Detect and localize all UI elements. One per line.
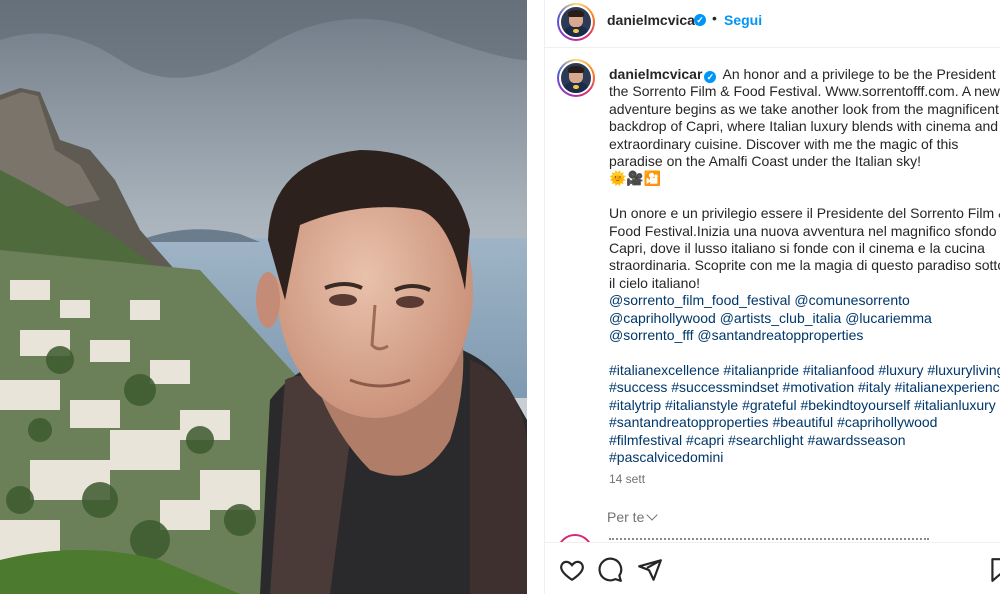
hashtag-link[interactable]: #awardsseason xyxy=(807,432,905,448)
hashtag-link[interactable]: #pascalvicedomini xyxy=(609,449,723,465)
post-date[interactable]: 14 sett xyxy=(609,472,645,486)
hashtag-link[interactable]: #bekindtoyourself xyxy=(800,397,910,413)
hashtag-link[interactable]: #italianstyle xyxy=(665,397,738,413)
mention-link[interactable]: @sorrento_film_food_festival xyxy=(609,292,791,308)
mention-link[interactable]: @artists_club_italia xyxy=(720,310,842,326)
post-header: danielmcvicar ✓ • Segui xyxy=(545,0,1000,48)
caption-it-line: straordinaria. Scoprite con me la magia … xyxy=(609,257,1000,274)
hashtag-link[interactable]: #italianpride xyxy=(723,362,799,378)
hashtag-link[interactable]: #filmfestival xyxy=(609,432,682,448)
hashtag-link[interactable]: #santandreatopproperties xyxy=(609,414,769,430)
caption-emoji: 🌞🎥🎦 xyxy=(609,170,662,187)
caption-first-line: danielmcvicar ✓ An honor and a privilege … xyxy=(609,66,1000,83)
hashtag-link[interactable]: #luxuryliving xyxy=(927,362,1000,378)
author-username[interactable]: danielmcvicar xyxy=(607,12,700,28)
follow-button[interactable]: Segui xyxy=(724,12,762,28)
caption-it-line: Capri, dove il lusso italiano si fonde c… xyxy=(609,240,985,257)
for-you-label: Per te xyxy=(607,509,645,525)
caption-en-line: adventure begins as we take another look… xyxy=(609,100,999,117)
hashtags-line: #italianexcellence #italianpride #italia… xyxy=(609,362,1000,379)
hashtag-link[interactable]: #capri xyxy=(686,432,724,448)
caption-en-line: the Sorrento Film & Food Festival. Www.s… xyxy=(609,83,1000,100)
hashtag-link[interactable]: #luxury xyxy=(878,362,923,378)
caption-en-line: paradise on the Amalfi Coast under the I… xyxy=(609,153,922,170)
mention-link[interactable]: @comunesorrento xyxy=(794,292,909,308)
hashtag-link[interactable]: #italianexcellence xyxy=(609,362,720,378)
chevron-down-icon xyxy=(646,509,659,521)
hashtag-link[interactable]: #italy xyxy=(858,379,891,395)
comment-icon[interactable] xyxy=(597,557,623,583)
hashtags-line: #success #successmindset #motivation #it… xyxy=(609,379,1000,396)
hashtag-link[interactable]: #italianexperience xyxy=(895,379,1000,395)
hashtag-link[interactable]: #searchlight xyxy=(728,432,804,448)
post-photo[interactable] xyxy=(0,0,527,594)
mentions-line: @caprihollywood @artists_club_italia @lu… xyxy=(609,310,997,327)
hashtag-link[interactable]: #italianluxury xyxy=(914,397,996,413)
author-avatar[interactable] xyxy=(557,3,595,41)
mention-link[interactable]: @lucariemma xyxy=(845,310,932,326)
hashtag-link[interactable]: #success xyxy=(609,379,667,395)
hashtag-link[interactable]: #caprihollywood xyxy=(837,414,937,430)
comment-preview-partial xyxy=(545,530,1000,542)
hashtag-link[interactable]: #grateful xyxy=(742,397,796,413)
hashtags-line: #italytrip #italianstyle #grateful #beki… xyxy=(609,397,997,414)
mention-link[interactable]: @caprihollywood xyxy=(609,310,716,326)
separator-dot: • xyxy=(712,10,717,26)
verified-badge-icon: ✓ xyxy=(694,14,706,26)
mentions-line: @sorrento_fff @santandreatopproperties xyxy=(609,327,997,344)
caption-it-line: Food Festival.Inizia una nuova avventura… xyxy=(609,222,1000,239)
caption-en-line: An honor and a privilege to be the Presi… xyxy=(719,66,1000,82)
caption-en-line: extraordinary cuisine. Discover with me … xyxy=(609,135,959,152)
post-caption: danielmcvicar ✓ An honor and a privilege … xyxy=(545,50,1000,524)
caption-it-line: il cielo italiano! xyxy=(609,274,701,291)
mention-link[interactable]: @santandreatopproperties xyxy=(697,327,863,343)
hashtags-line: #filmfestival #capri #searchlight #award… xyxy=(609,432,997,449)
mentions-line: @sorrento_film_food_festival @comunesorr… xyxy=(609,292,997,309)
action-bar xyxy=(545,542,1000,594)
hashtags-line: #pascalvicedomini xyxy=(609,449,997,466)
bookmark-icon[interactable] xyxy=(987,557,1000,583)
hashtag-link[interactable]: #successmindset xyxy=(671,379,778,395)
hashtag-link[interactable]: #motivation xyxy=(783,379,855,395)
caption-verified-icon: ✓ xyxy=(704,71,717,83)
caption-author-avatar[interactable] xyxy=(557,59,595,97)
caption-en-line: backdrop of Capri, where Italian luxury … xyxy=(609,118,999,135)
hashtag-link[interactable]: #italytrip xyxy=(609,397,661,413)
caption-it-line: Un onore e un privilegio essere il Presi… xyxy=(609,205,1000,222)
caption-text: danielmcvicar ✓ An honor and a privilege … xyxy=(609,66,1000,466)
caption-username[interactable]: danielmcvicar xyxy=(609,66,702,82)
hashtag-link[interactable]: #beautiful xyxy=(772,414,833,430)
commenter-avatar[interactable] xyxy=(557,534,593,542)
hashtags-line: #santandreatopproperties #beautiful #cap… xyxy=(609,414,997,431)
post-details-panel: danielmcvicar ✓ • Segui danielmcvicar ✓ A… xyxy=(544,0,1000,594)
share-icon[interactable] xyxy=(637,557,663,583)
mention-link[interactable]: @sorrento_fff xyxy=(609,327,694,343)
selfie-capri-image xyxy=(0,0,527,594)
hashtag-link[interactable]: #italianfood xyxy=(803,362,875,378)
heart-icon[interactable] xyxy=(559,557,585,583)
for-you-toggle[interactable]: Per te xyxy=(607,509,659,525)
